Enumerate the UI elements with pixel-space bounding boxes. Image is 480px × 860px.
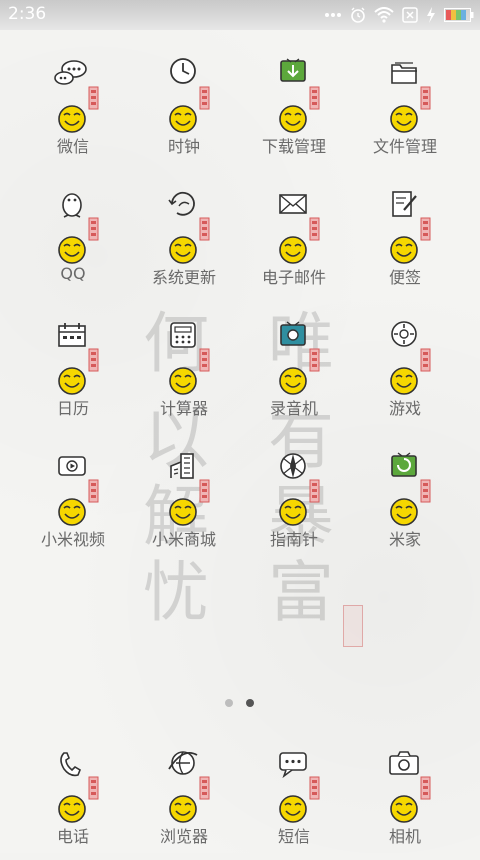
- charging-icon: [427, 7, 435, 23]
- app-icon-envelope[interactable]: 电子邮件: [239, 186, 349, 301]
- app-label: 游戏: [388, 399, 421, 418]
- video-icon: [42, 448, 112, 528]
- app-icon-camera[interactable]: 相机: [350, 745, 460, 860]
- app-label: 电话: [56, 827, 89, 846]
- app-label: QQ: [60, 264, 86, 283]
- camera-icon: [374, 745, 444, 825]
- app-icon-video[interactable]: 小米视频: [18, 448, 128, 563]
- page-dot[interactable]: [225, 699, 233, 707]
- no-sim-icon: [402, 7, 418, 23]
- app-icon-clock[interactable]: 时钟: [129, 55, 239, 170]
- app-label: 小米视频: [40, 530, 105, 549]
- app-label: 录音机: [269, 399, 318, 418]
- app-icon-calculator[interactable]: 计算器: [129, 317, 239, 432]
- app-icon-message[interactable]: 短信: [239, 745, 349, 860]
- app-icon-chat-bubbles[interactable]: 微信: [18, 55, 128, 170]
- app-icon-compass[interactable]: 指南针: [239, 448, 349, 563]
- app-label: 米家: [388, 530, 421, 549]
- app-icon-download-tv[interactable]: 下载管理: [239, 55, 349, 170]
- app-label: 浏览器: [159, 827, 208, 846]
- recorder-tv-icon: [263, 317, 333, 397]
- app-label: 小米商城: [151, 530, 216, 549]
- app-icon-gamepad[interactable]: 游戏: [350, 317, 460, 432]
- update-icon: [153, 186, 223, 266]
- phone-icon: [42, 745, 112, 825]
- app-icon-recorder-tv[interactable]: 录音机: [239, 317, 349, 432]
- app-icon-browser[interactable]: 浏览器: [129, 745, 239, 860]
- notes-icon: [374, 186, 444, 266]
- battery-icon: [444, 8, 474, 22]
- app-icon-update[interactable]: 系统更新: [129, 186, 239, 301]
- page-indicator[interactable]: [225, 699, 255, 709]
- app-icon-folder[interactable]: 文件管理: [350, 55, 460, 170]
- calculator-icon: [153, 317, 223, 397]
- app-label: 文件管理: [372, 137, 437, 156]
- compass-icon: [263, 448, 333, 528]
- app-label: 相机: [388, 827, 421, 846]
- app-label: 指南针: [269, 530, 318, 549]
- download-tv-icon: [263, 55, 333, 135]
- message-icon: [263, 745, 333, 825]
- app-icon-penguin[interactable]: QQ: [18, 186, 128, 301]
- app-label: 时钟: [167, 137, 200, 156]
- browser-icon: [153, 745, 223, 825]
- app-label: 便签: [388, 268, 421, 287]
- building-icon: [153, 448, 223, 528]
- alarm-icon: [351, 7, 365, 23]
- app-label: 日历: [56, 399, 89, 418]
- status-time: 2:36: [8, 4, 47, 24]
- wifi-icon: [374, 7, 394, 23]
- folder-icon: [374, 55, 444, 135]
- app-icon-phone[interactable]: 电话: [18, 745, 128, 860]
- app-label: 电子邮件: [261, 268, 326, 287]
- status-bar: 2:36: [0, 0, 480, 30]
- gamepad-icon: [374, 317, 444, 397]
- envelope-icon: [263, 186, 333, 266]
- app-icon-building[interactable]: 小米商城: [129, 448, 239, 563]
- penguin-icon: [42, 186, 112, 266]
- app-label: 下载管理: [261, 137, 326, 156]
- app-label: 微信: [56, 137, 89, 156]
- chat-bubbles-icon: [42, 55, 112, 135]
- home-tv-icon: [374, 448, 444, 528]
- app-icon-home-tv[interactable]: 米家: [350, 448, 460, 563]
- app-icon-calendar[interactable]: 日历: [18, 317, 128, 432]
- clock-icon: [153, 55, 223, 135]
- calendar-icon: [42, 317, 112, 397]
- app-label: 系统更新: [151, 268, 216, 287]
- page-dot-current[interactable]: [246, 699, 254, 707]
- app-icon-notes[interactable]: 便签: [350, 186, 460, 301]
- more-dots-icon: [325, 13, 341, 17]
- app-label: 短信: [277, 827, 310, 846]
- app-label: 计算器: [159, 399, 208, 418]
- status-icons: [324, 5, 474, 25]
